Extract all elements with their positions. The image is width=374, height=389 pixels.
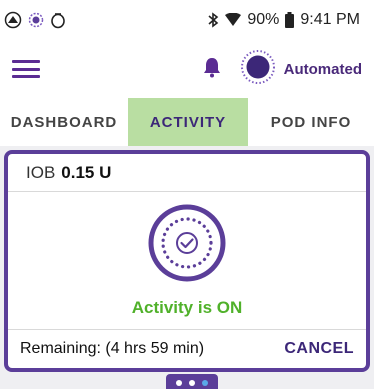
- page-dot[interactable]: [189, 380, 195, 386]
- remaining-time: Remaining: (4 hrs 59 min): [20, 340, 205, 357]
- activity-status-text: Activity is ON: [131, 298, 243, 317]
- status-bar-right: 90% 9:41 PM: [207, 11, 360, 29]
- iob-value: 0.15 U: [61, 162, 112, 182]
- tab-dashboard[interactable]: DASHBOARD: [0, 98, 128, 146]
- activity-check-icon: [147, 203, 227, 288]
- activity-card: IOB 0.15 U Activity is ON Remaining: (4 …: [4, 150, 370, 372]
- battery-icon: [285, 12, 295, 28]
- wifi-icon: [225, 13, 242, 27]
- tab-pod-info[interactable]: POD INFO: [248, 98, 374, 146]
- page-dot-active[interactable]: [202, 380, 208, 386]
- status-bar: 90% 9:41 PM: [0, 0, 374, 40]
- card-footer: Remaining: (4 hrs 59 min) CANCEL: [8, 329, 366, 368]
- battery-percent: 90%: [247, 11, 280, 28]
- app-bar-actions: Automated: [202, 49, 362, 90]
- app-bar: Automated: [0, 40, 374, 98]
- iob-row: IOB 0.15 U: [8, 154, 366, 192]
- activity-status-area: Activity is ON: [8, 192, 366, 329]
- bell-icon[interactable]: [202, 56, 222, 83]
- circle-icon: [50, 11, 66, 29]
- mode-label: Automated: [283, 60, 362, 78]
- pod-status-icon: [28, 12, 44, 28]
- tab-activity[interactable]: ACTIVITY: [128, 98, 248, 146]
- page-dot[interactable]: [176, 380, 182, 386]
- status-bar-left: [4, 11, 66, 29]
- bluetooth-icon: [207, 12, 219, 28]
- automated-mode-icon: [240, 49, 276, 90]
- omnipod-icon: [4, 11, 22, 29]
- cancel-button[interactable]: CANCEL: [284, 340, 354, 358]
- page-indicator: [166, 374, 218, 389]
- menu-icon[interactable]: [12, 58, 40, 80]
- mode-indicator[interactable]: Automated: [240, 49, 362, 90]
- clock: 9:41 PM: [300, 11, 360, 28]
- iob-label: IOB: [26, 162, 56, 182]
- tab-bar: DASHBOARD ACTIVITY POD INFO: [0, 98, 374, 146]
